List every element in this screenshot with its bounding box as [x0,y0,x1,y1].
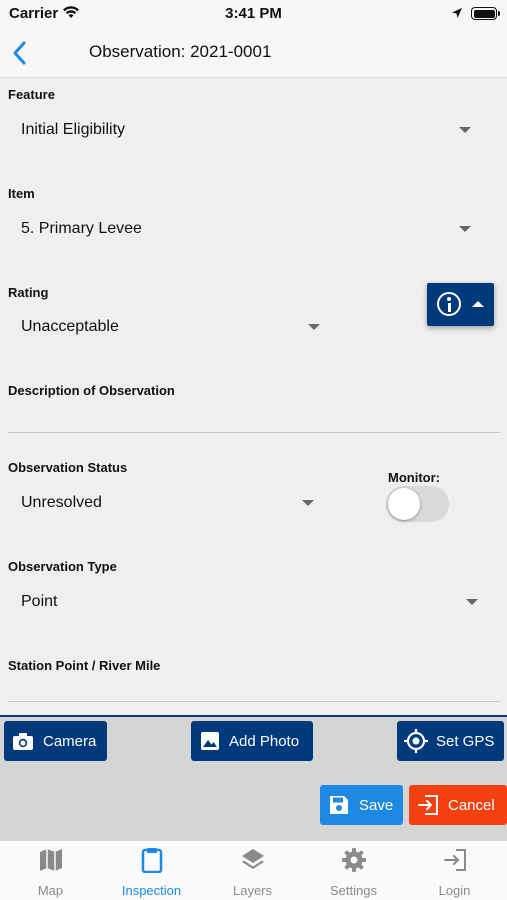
tab-settings[interactable]: Settings [303,841,404,900]
caret-down-icon [302,500,314,506]
caret-down-icon [459,226,471,232]
battery-icon [471,7,500,20]
add-photo-button[interactable]: Add Photo [191,721,313,761]
clock-time: 3:41 PM [225,5,282,22]
rating-value: Unacceptable [21,318,119,335]
description-label: Description of Observation [8,383,175,398]
feature-label: Feature [8,87,55,102]
observation-type-value: Point [21,593,58,610]
gear-icon [341,848,366,872]
camera-icon [13,733,33,750]
image-icon [201,732,219,750]
location-arrow-icon [452,8,462,18]
info-icon [437,292,461,316]
gps-target-icon [404,729,428,753]
tab-layers[interactable]: Layers [202,841,303,900]
tab-bar: Map Inspection Layers Settings Login [0,840,507,900]
toggle-knob [388,488,420,520]
monitor-label: Monitor: [388,470,440,485]
item-label: Item [8,186,35,201]
cancel-button-label: Cancel [448,796,495,814]
station-label: Station Point / River Mile [8,658,161,673]
observation-type-label: Observation Type [8,559,117,574]
login-icon [443,849,466,871]
tab-inspection-label: Inspection [121,883,182,898]
tab-inspection[interactable]: Inspection [101,841,202,900]
status-value: Unresolved [21,494,102,511]
navigation-bar: Observation: 2021-0001 [0,28,507,78]
tab-login-label: Login [438,883,471,898]
set-gps-button-label: Set GPS [436,732,495,750]
caret-up-icon [472,301,484,307]
back-chevron-icon[interactable] [8,38,32,68]
tab-map-label: Map [37,883,64,898]
caret-down-icon [308,324,320,330]
rating-dropdown[interactable]: Unacceptable [8,309,328,345]
tab-settings-label: Settings [330,883,377,898]
station-input[interactable] [8,676,500,700]
item-dropdown[interactable]: 5. Primary Levee [8,211,478,247]
feature-dropdown[interactable]: Initial Eligibility [8,112,478,148]
status-label: Observation Status [8,460,128,475]
status-bar: Carrier 3:41 PM [0,0,507,28]
cancel-button[interactable]: Cancel [409,785,507,825]
camera-button-label: Camera [43,732,97,750]
camera-button[interactable]: Camera [4,721,107,761]
set-gps-button[interactable]: Set GPS [397,721,504,761]
save-button-label: Save [359,796,394,814]
clipboard-icon [141,848,162,873]
action-panel: Camera Add Photo Set GPS Save Cancel [0,715,507,840]
description-input[interactable] [8,401,500,431]
tab-login[interactable]: Login [404,841,505,900]
map-icon [39,849,62,871]
add-photo-button-label: Add Photo [229,732,300,750]
status-dropdown[interactable]: Unresolved [8,485,320,521]
floppy-disk-icon [330,796,348,814]
tab-layers-label: Layers [232,883,273,898]
caret-down-icon [459,127,471,133]
monitor-toggle[interactable] [386,486,449,522]
item-value: 5. Primary Levee [21,220,142,237]
tab-map[interactable]: Map [0,841,101,900]
save-button[interactable]: Save [320,785,403,825]
rating-label: Rating [8,285,49,300]
info-toggle-button[interactable] [427,283,494,326]
feature-value: Initial Eligibility [21,121,126,138]
observation-form: Feature Initial Eligibility Item 5. Prim… [0,79,507,715]
exit-icon [418,795,438,815]
observation-type-dropdown[interactable]: Point [8,584,486,620]
station-underline [8,701,500,702]
page-title: Observation: 2021-0001 [89,42,272,61]
description-underline [8,432,500,433]
caret-down-icon [466,599,478,605]
layers-icon [241,849,264,869]
